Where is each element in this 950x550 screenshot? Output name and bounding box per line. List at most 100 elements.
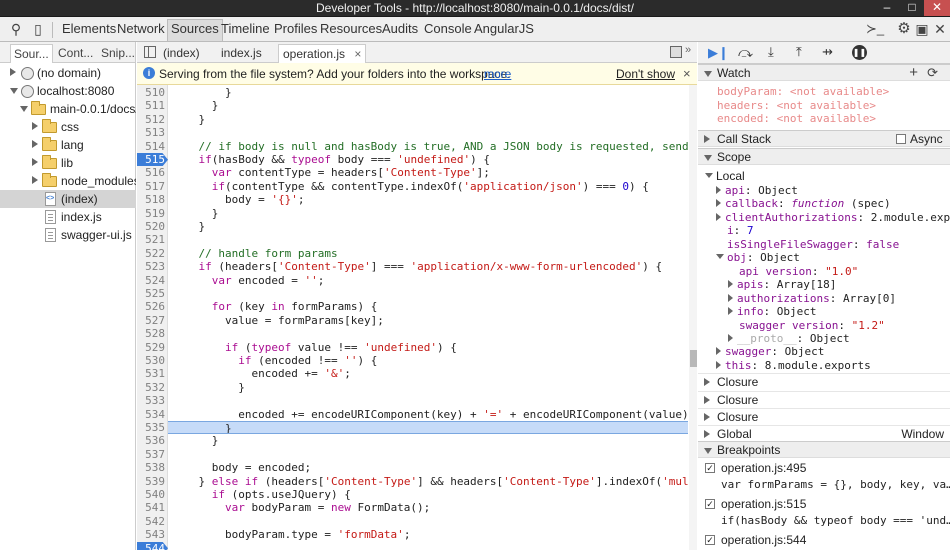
scope-property[interactable]: clientAuthorizations: 2.module.expo	[716, 211, 950, 224]
scope-closure[interactable]: Closure	[698, 390, 950, 408]
breakpoints-section-header[interactable]: Breakpoints	[698, 441, 950, 458]
line-number[interactable]: 511	[137, 99, 168, 112]
line-number[interactable]: 512	[137, 113, 168, 126]
line-number[interactable]: 535	[137, 421, 168, 434]
tree-item-lang[interactable]: lang	[0, 136, 136, 154]
editor-tab-index-js[interactable]: index.js	[217, 44, 266, 63]
tab-timeline[interactable]: Timeline	[218, 20, 273, 40]
step-out-icon[interactable]: ⤒	[796, 44, 802, 60]
add-watch-icon[interactable]: +	[909, 64, 918, 81]
tree-item-index[interactable]: (index)	[0, 190, 136, 208]
line-number[interactable]: 521	[137, 233, 168, 246]
search-icon[interactable]: ⚲	[8, 21, 24, 37]
line-number[interactable]: 515	[137, 153, 168, 167]
line-number[interactable]: 532	[137, 381, 168, 394]
line-number[interactable]: 529	[137, 341, 168, 354]
breakpoint-checkbox[interactable]: ✓	[705, 499, 715, 509]
line-number-gutter[interactable]: 510 511 512 513 514 515 516 517 518 519 520 521 522 5…	[137, 85, 168, 550]
deactivate-breakpoints-icon[interactable]: ⇸	[822, 44, 833, 60]
breakpoint-checkbox[interactable]: ✓	[705, 535, 715, 545]
tab-content-scripts[interactable]: Cont...	[55, 44, 96, 63]
collapse-arrow-icon[interactable]	[10, 88, 18, 94]
tab-angularjs[interactable]: AngularJS	[471, 20, 537, 40]
device-mode-icon[interactable]: ▯	[30, 21, 46, 37]
scope-property[interactable]: obj: Object	[716, 251, 800, 264]
line-number[interactable]: 540	[137, 488, 168, 501]
tree-item-swagger-ui-js[interactable]: swagger-ui.js	[0, 226, 136, 244]
expand-arrow-icon[interactable]	[32, 176, 38, 184]
step-over-icon[interactable]: ⤼	[738, 44, 753, 61]
scope-local[interactable]: Local	[705, 170, 745, 183]
collapse-arrow-icon[interactable]	[20, 106, 28, 112]
gear-icon[interactable]: ⚙	[896, 21, 912, 37]
dock-icon[interactable]: ▣	[914, 21, 930, 37]
line-number[interactable]: 542	[137, 515, 168, 528]
minimize-icon[interactable]: –	[874, 0, 900, 16]
line-number[interactable]: 544	[137, 541, 168, 550]
line-number[interactable]: 536	[137, 434, 168, 447]
scope-property[interactable]: api: Object	[716, 184, 798, 197]
line-number[interactable]: 530	[137, 354, 168, 367]
line-number[interactable]: 514	[137, 140, 168, 153]
async-checkbox[interactable]	[896, 134, 906, 144]
expand-arrow-icon[interactable]	[32, 140, 38, 148]
editor-scrollbar-thumb[interactable]	[690, 350, 697, 367]
scope-property[interactable]: this: 8.module.exports	[716, 359, 871, 372]
refresh-watch-icon[interactable]: ⟳	[927, 65, 938, 81]
expand-arrow-icon[interactable]	[32, 158, 38, 166]
tab-console[interactable]: Console	[421, 20, 475, 40]
breakpoint-item[interactable]: ✓ operation.js:544	[698, 533, 950, 550]
tab-resources[interactable]: Resources	[317, 20, 385, 40]
tab-network[interactable]: Network	[114, 20, 168, 40]
close-window-icon[interactable]: ✕	[924, 0, 950, 16]
line-number[interactable]: 541	[137, 501, 168, 514]
line-number[interactable]: 537	[137, 448, 168, 461]
tab-elements[interactable]: Elements	[59, 20, 119, 40]
line-number[interactable]: 524	[137, 274, 168, 287]
tab-profiles[interactable]: Profiles	[271, 20, 320, 40]
scope-property[interactable]: isSingleFileSwagger: false	[727, 238, 899, 251]
scope-property[interactable]: swagger: Object	[716, 345, 824, 358]
resume-icon[interactable]: ▶❙	[708, 45, 729, 61]
line-number[interactable]: 516	[137, 166, 168, 179]
line-number[interactable]: 533	[137, 394, 168, 407]
line-number[interactable]: 543	[137, 528, 168, 541]
line-number[interactable]: 519	[137, 207, 168, 220]
scope-property[interactable]: i: 7	[727, 224, 754, 237]
line-number[interactable]: 517	[137, 180, 168, 193]
scope-property[interactable]: callback: function (spec)	[716, 197, 891, 210]
watch-expression[interactable]: bodyParam: <not available>	[717, 85, 889, 98]
expand-arrow-icon[interactable]	[704, 135, 710, 143]
tree-item-lib[interactable]: lib	[0, 154, 136, 172]
tree-item-no-domain[interactable]: (no domain)	[0, 64, 136, 82]
scope-section-header[interactable]: Scope	[698, 148, 950, 165]
tab-overflow-icon[interactable]: »	[685, 44, 691, 56]
scope-closure[interactable]: Closure	[698, 408, 950, 425]
close-infobar-icon[interactable]: ×	[683, 66, 691, 81]
breakpoint-item[interactable]: ✓ operation.js:515 if(hasBody && typeof bo…	[698, 497, 950, 531]
toggle-navigator-icon[interactable]	[144, 46, 156, 58]
scope-property[interactable]: authorizations: Array[0]	[728, 292, 896, 305]
line-number[interactable]: 523	[137, 260, 168, 273]
close-devtools-icon[interactable]: ✕	[932, 21, 948, 37]
more-link[interactable]: more	[484, 67, 511, 81]
breakpoint-item[interactable]: ✓ operation.js:495 var formParams = {}, bo…	[698, 461, 950, 495]
line-number[interactable]: 518	[137, 193, 168, 206]
pause-on-exceptions-icon[interactable]: ❚❚	[852, 45, 867, 60]
scope-global[interactable]: Global Window	[698, 425, 950, 442]
line-number[interactable]: 513	[137, 126, 168, 139]
tab-audits[interactable]: Audits	[379, 20, 421, 40]
editor-tab-index[interactable]: (index)	[159, 44, 204, 63]
tree-item-css[interactable]: css	[0, 118, 136, 136]
step-into-icon[interactable]: ⤓	[768, 44, 774, 60]
scope-property[interactable]: __proto__: Object	[728, 332, 850, 345]
collapse-arrow-icon[interactable]	[704, 448, 712, 454]
console-drawer-icon[interactable]: ≻_	[866, 21, 884, 37]
tab-sources-navigator[interactable]: Sour...	[10, 44, 53, 63]
scope-property[interactable]: swagger version: "1.2"	[739, 319, 885, 332]
expand-arrow-icon[interactable]	[10, 68, 16, 76]
watch-expression[interactable]: headers: <not available>	[717, 99, 876, 112]
line-number[interactable]: 531	[137, 367, 168, 380]
collapse-arrow-icon[interactable]	[704, 155, 712, 161]
line-number[interactable]: 538	[137, 461, 168, 474]
